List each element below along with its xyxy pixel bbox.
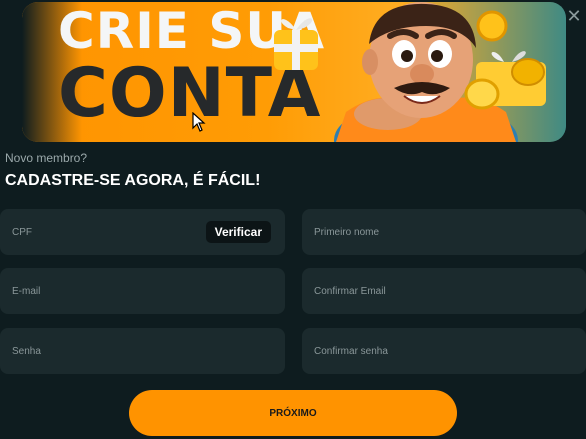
- first-name-field[interactable]: [302, 209, 586, 255]
- coins-icon: [464, 10, 546, 110]
- email-field[interactable]: [0, 268, 285, 314]
- cpf-field[interactable]: Verificar: [0, 209, 285, 255]
- email-input[interactable]: [12, 285, 285, 297]
- password-input[interactable]: [12, 345, 285, 357]
- confirm-email-field[interactable]: [302, 268, 586, 314]
- page-title: CADASTRE-SE AGORA, É FÁCIL!: [5, 172, 261, 189]
- password-field[interactable]: [0, 328, 285, 374]
- close-icon[interactable]: ✕: [566, 7, 582, 25]
- confirm-email-input[interactable]: [314, 285, 586, 297]
- subtitle: Novo membro?: [5, 151, 88, 165]
- verify-button[interactable]: Verificar: [205, 221, 271, 243]
- mouse-cursor-icon: [192, 112, 206, 132]
- confirm-password-field[interactable]: [302, 328, 586, 374]
- first-name-input[interactable]: [314, 226, 586, 238]
- signup-banner: CRIE SUA CONTA: [22, 2, 566, 142]
- confirm-password-input[interactable]: [314, 345, 586, 357]
- gift-box-icon: [274, 18, 318, 70]
- mascot-illustration: [274, 2, 546, 142]
- next-button[interactable]: PRÓXIMO: [129, 390, 457, 436]
